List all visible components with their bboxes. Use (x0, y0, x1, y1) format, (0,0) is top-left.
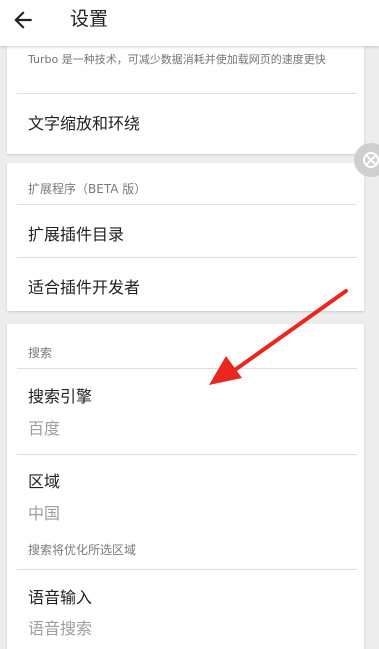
search-section-title: 搜索 (28, 346, 53, 360)
extensions-section-title: 扩展程序（BETA 版） (28, 182, 147, 196)
arrow-left-icon (14, 11, 32, 29)
turbo-card: Turbo 是一种技术，可减少数据消耗并使加载网页的速度更快 文字缩放和环绕 (7, 46, 364, 154)
voice-input-value: 语音搜索 (28, 619, 93, 638)
region-note: 搜索将优化所选区域 (28, 543, 137, 557)
back-button[interactable] (10, 7, 36, 33)
developer-extensions-item[interactable]: 适合插件开发者 (7, 258, 364, 311)
voice-input-item[interactable]: 语音输入 语音搜索 (7, 570, 364, 649)
extension-catalog-label: 扩展插件目录 (28, 225, 125, 244)
aperture-icon (363, 152, 379, 168)
search-engine-item[interactable]: 搜索引擎 百度 (7, 369, 364, 454)
search-card: 搜索 搜索引擎 百度 区域 中国 搜索将优化所选区域 语音输入 语音搜索 (7, 324, 364, 649)
text-scaling-label: 文字缩放和环绕 (28, 114, 141, 133)
extensions-card: 扩展程序（BETA 版） 扩展插件目录 适合插件开发者 (7, 163, 364, 311)
extension-catalog-item[interactable]: 扩展插件目录 (7, 205, 364, 257)
app-bar: 设置 (0, 0, 379, 46)
search-engine-label: 搜索引擎 (28, 387, 93, 406)
page-title: 设置 (70, 8, 109, 30)
text-scaling-item[interactable]: 文字缩放和环绕 (7, 94, 364, 154)
voice-input-label: 语音输入 (28, 588, 93, 607)
region-value: 中国 (28, 504, 61, 523)
search-engine-value: 百度 (28, 419, 61, 438)
floating-action-button[interactable] (354, 143, 379, 177)
region-label: 区域 (28, 472, 61, 491)
region-item[interactable]: 区域 中国 搜索将优化所选区域 (7, 455, 364, 569)
developer-extensions-label: 适合插件开发者 (28, 278, 141, 297)
turbo-description: Turbo 是一种技术，可减少数据消耗并使加载网页的速度更快 (28, 53, 326, 66)
